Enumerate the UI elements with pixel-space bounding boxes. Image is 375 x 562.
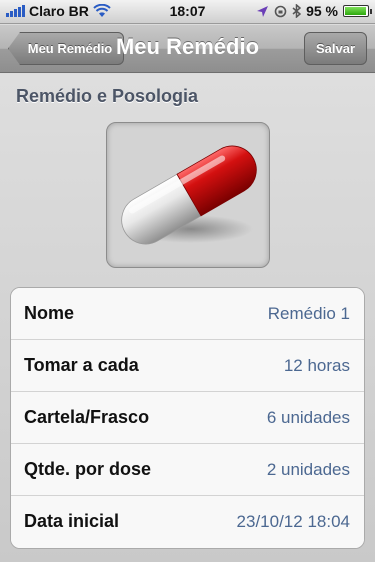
main-content: Remédio e Posologia Nome Remédio 1 Tomar…	[0, 74, 375, 562]
table-row-package[interactable]: Cartela/Frasco 6 unidades	[11, 392, 364, 444]
row-value: 6 unidades	[266, 408, 350, 427]
table-row-name[interactable]: Nome Remédio 1	[11, 288, 364, 340]
status-bar-right: 95 %	[256, 3, 372, 19]
battery-fill	[345, 7, 366, 15]
table-row-dose[interactable]: Qtde. por dose 2 unidades	[11, 444, 364, 496]
table-row-interval[interactable]: Tomar a cada 12 horas	[11, 340, 364, 392]
save-button[interactable]: Salvar	[304, 32, 367, 65]
status-bar: Claro BR 18:07 95 %	[0, 0, 375, 24]
row-label: Tomar a cada	[24, 355, 139, 375]
row-label: Cartela/Frasco	[24, 407, 150, 427]
row-value: Remédio 1	[267, 304, 350, 323]
row-value: 23/10/12 18:04	[236, 512, 350, 531]
row-value: 2 unidades	[266, 460, 350, 479]
row-label: Nome	[24, 303, 75, 323]
details-table: Nome Remédio 1 Tomar a cada 12 horas Car…	[10, 287, 365, 549]
battery-percent: 95 %	[306, 3, 338, 19]
battery-icon	[343, 5, 372, 17]
table-row-start-date[interactable]: Data inicial 23/10/12 18:04	[11, 496, 364, 548]
location-icon	[257, 5, 269, 17]
lock-rotation-icon	[274, 5, 287, 17]
row-value: 12 horas	[283, 356, 350, 375]
row-label: Data inicial	[24, 511, 120, 531]
bluetooth-icon	[292, 4, 302, 18]
navigation-bar: Meu Remédio Meu Remédio Salvar	[0, 25, 375, 73]
pill-capsule-icon	[121, 145, 257, 245]
pill-image-button[interactable]	[106, 122, 270, 268]
row-label: Qtde. por dose	[24, 459, 152, 479]
section-header: Remédio e Posologia	[16, 86, 199, 106]
